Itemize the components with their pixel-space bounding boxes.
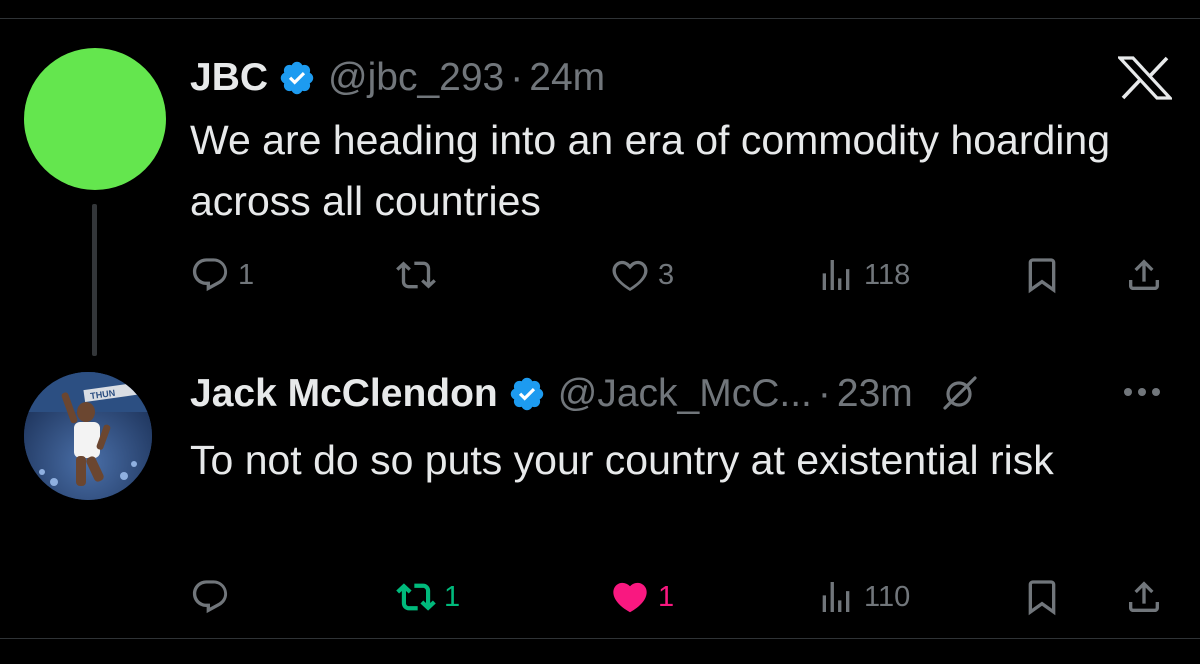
avatar[interactable]: THUN: [24, 372, 152, 500]
reply-icon: [192, 258, 228, 292]
tweet[interactable]: THUN Jack McClendon @Jack_McC... · 23m T…: [0, 362, 1200, 638]
share-button[interactable]: [1124, 250, 1164, 300]
action-bar: 1 1 110: [190, 572, 1180, 622]
action-bar: 1 3 118: [190, 250, 1180, 300]
tweet-text: To not do so puts your country at existe…: [190, 437, 1054, 483]
bookmark-button[interactable]: [1022, 572, 1062, 622]
retweet-icon: [396, 583, 436, 611]
more-icon[interactable]: [1124, 382, 1170, 402]
retweet-icon: [396, 261, 436, 289]
share-icon: [1129, 259, 1159, 290]
tweet[interactable]: JBC @jbc_293 · 24m We are heading into a…: [0, 48, 1200, 338]
author-handle[interactable]: @jbc_293: [328, 56, 504, 100]
like-icon: [612, 260, 648, 291]
retweet-button[interactable]: 1: [396, 572, 460, 622]
share-icon: [1129, 581, 1159, 612]
author-handle[interactable]: @Jack_McC...: [558, 372, 812, 416]
retweet-button[interactable]: [396, 250, 444, 300]
separator-dot: ·: [817, 372, 831, 415]
thread-connector: [92, 204, 97, 356]
like-button[interactable]: 3: [610, 250, 674, 300]
more-dot: [1138, 388, 1146, 396]
share-button[interactable]: [1124, 572, 1164, 622]
author-name[interactable]: Jack McClendon: [190, 372, 498, 416]
verified-badge-icon: [280, 61, 314, 95]
like-button[interactable]: 1: [610, 572, 674, 622]
grok-icon[interactable]: [939, 374, 979, 414]
bottom-divider: [0, 638, 1200, 639]
views-icon: [822, 260, 850, 290]
more-dot: [1152, 388, 1160, 396]
views-count: 118: [864, 258, 911, 291]
top-divider: [0, 18, 1200, 19]
bookmark-icon: [1028, 580, 1056, 616]
views-button[interactable]: 118: [816, 250, 910, 300]
timestamp[interactable]: 23m: [837, 372, 913, 416]
avatar-photo: THUN: [24, 372, 152, 500]
tweet-text: We are heading into an era of commodity …: [190, 117, 1111, 224]
reply-icon: [192, 580, 228, 614]
reply-button[interactable]: [190, 572, 238, 622]
bookmark-icon: [1028, 258, 1056, 294]
separator-dot: ·: [510, 56, 524, 99]
views-count: 110: [864, 580, 911, 613]
tweet-header: Jack McClendon @Jack_McC... · 23m: [190, 368, 979, 420]
like-icon: [613, 582, 647, 613]
like-count: 3: [658, 258, 675, 291]
like-count: 1: [658, 580, 675, 613]
bookmark-button[interactable]: [1022, 250, 1062, 300]
verified-badge-icon: [510, 377, 543, 411]
author-name[interactable]: JBC: [190, 56, 268, 100]
avatar[interactable]: [24, 48, 166, 190]
reply-button[interactable]: 1: [190, 250, 254, 300]
views-button[interactable]: 110: [816, 572, 910, 622]
more-dot: [1124, 388, 1132, 396]
views-icon: [822, 582, 850, 612]
reply-count: 1: [238, 258, 255, 291]
tweet-header: JBC @jbc_293 · 24m: [190, 52, 605, 104]
retweet-count: 1: [444, 580, 461, 613]
timestamp[interactable]: 24m: [529, 56, 605, 100]
